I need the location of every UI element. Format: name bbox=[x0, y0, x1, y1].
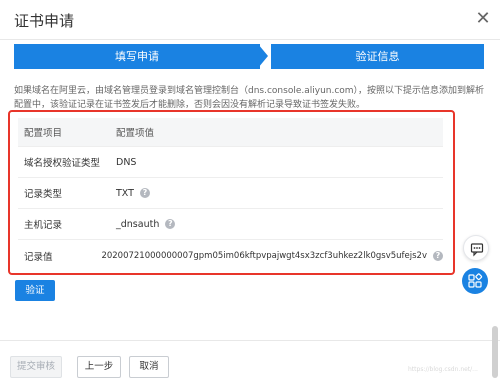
dialog-header: 证书申请 ✕ bbox=[0, 0, 500, 40]
row-key: 记录值 bbox=[24, 251, 53, 263]
step-verify-information: 验证信息 bbox=[271, 44, 484, 69]
step-arrow-fill bbox=[258, 44, 268, 68]
chat-icon bbox=[470, 243, 484, 257]
cancel-button[interactable]: 取消 bbox=[129, 356, 169, 378]
row-key: 记录类型 bbox=[24, 189, 63, 200]
table-header-row: 配置项目 配置项值 bbox=[18, 118, 443, 147]
row-value: _dnsauth bbox=[116, 218, 160, 230]
table-row: 域名授权验证类型 DNS bbox=[18, 147, 443, 178]
column-header-item: 配置项目 bbox=[24, 128, 63, 139]
apps-float-button[interactable] bbox=[462, 268, 488, 294]
dns-record-table: 配置项目 配置项值 域名授权验证类型 DNS 记录类型 TXT ? 主机记录 _… bbox=[18, 118, 443, 271]
table-row: 主机记录 _dnsauth ? bbox=[18, 209, 443, 240]
help-icon[interactable]: ? bbox=[433, 250, 443, 261]
verify-button[interactable]: 验证 bbox=[15, 280, 55, 301]
row-value: 20200721000000007gpm05im06kftpvpajwgt4sx… bbox=[101, 250, 427, 261]
watermark-text: https://blog.csdn.net/... bbox=[408, 366, 478, 373]
dns-notice-text: 如果域名在阿里云，由域名管理员登录到域名管理控制台（dns.console.al… bbox=[14, 86, 485, 110]
apps-icon bbox=[468, 273, 483, 288]
help-icon[interactable]: ? bbox=[139, 188, 150, 198]
dialog-title: 证书申请 bbox=[14, 12, 75, 30]
row-value: TXT bbox=[116, 187, 134, 199]
dialog-footer bbox=[0, 340, 500, 381]
submit-review-button[interactable]: 提交审核 bbox=[10, 356, 62, 378]
previous-step-button[interactable]: 上一步 bbox=[77, 356, 121, 378]
table-row: 记录值 20200721000000007gpm05im06kftpvpajwg… bbox=[18, 240, 443, 271]
step-fill-application: 填写申请 bbox=[14, 44, 260, 69]
scrollbar[interactable] bbox=[492, 326, 498, 378]
row-value: DNS bbox=[116, 156, 137, 168]
row-key: 主机记录 bbox=[24, 220, 63, 231]
help-icon[interactable]: ? bbox=[165, 219, 176, 229]
step-indicator: 填写申请 验证信息 bbox=[14, 44, 484, 69]
row-key: 域名授权验证类型 bbox=[24, 158, 101, 169]
close-icon[interactable]: ✕ bbox=[474, 10, 492, 28]
table-row: 记录类型 TXT ? bbox=[18, 178, 443, 209]
chat-float-button[interactable] bbox=[463, 235, 489, 261]
certificate-application-dialog: 证书申请 ✕ 填写申请 验证信息 如果域名在阿里云，由域名管理员登录到域名管理控… bbox=[0, 0, 500, 381]
column-header-value: 配置项值 bbox=[116, 128, 155, 139]
